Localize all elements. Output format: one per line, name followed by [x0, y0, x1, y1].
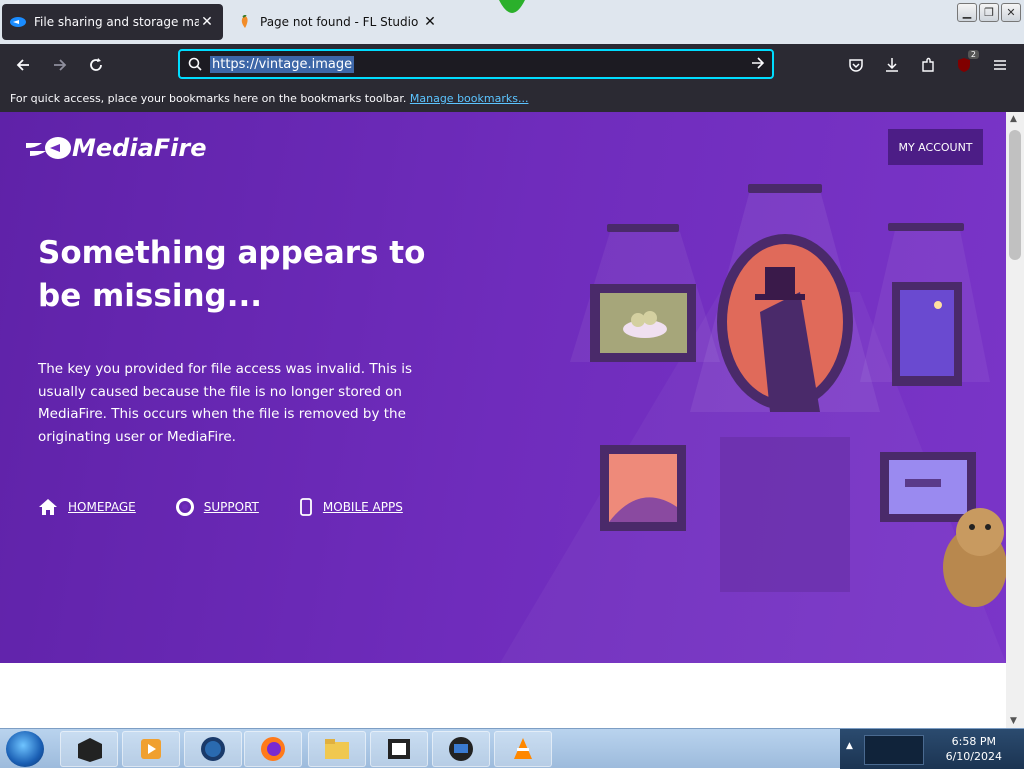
media-player-icon [141, 739, 161, 759]
mediafire-error-page: MediaFire MY ACCOUNT Something appears t… [0, 112, 1006, 663]
menu-button[interactable] [987, 52, 1013, 78]
extension-badge: 2 [967, 50, 979, 59]
homepage-link[interactable]: HOMEPAGE [38, 498, 136, 516]
support-link-label[interactable]: SUPPORT [204, 500, 259, 514]
mobile-apps-link-label[interactable]: MOBILE APPS [323, 500, 403, 514]
close-window-button[interactable]: ✕ [1001, 3, 1021, 22]
mediafire-favicon-icon [10, 14, 26, 30]
go-arrow-icon[interactable] [750, 55, 766, 75]
scroll-up-arrow-icon[interactable]: ▲ [1010, 114, 1017, 124]
taskbar-app-black-box[interactable] [60, 731, 118, 767]
restore-button[interactable]: ❐ [979, 3, 999, 22]
green-notch-icon [497, 0, 527, 16]
support-link[interactable]: SUPPORT [175, 498, 259, 516]
puzzle-icon [922, 57, 934, 72]
system-tray: ▲ 6:58 PM 6/10/2024 [840, 729, 1024, 769]
download-icon [886, 58, 898, 72]
page-scrollbar[interactable]: ▲ ▼ [1006, 112, 1024, 728]
lifebuoy-icon [175, 498, 194, 516]
scrollbar-thumb[interactable] [1009, 130, 1021, 260]
taskbar-app-film[interactable] [370, 731, 428, 767]
windows-taskbar: ▲ 6:58 PM 6/10/2024 [0, 728, 1024, 769]
page-title: Something appears to be missing... [38, 235, 426, 314]
logo-text: MediaFire [72, 134, 207, 162]
mobile-apps-link[interactable]: MOBILE APPS [299, 498, 403, 516]
clock-date: 6/10/2024 [945, 750, 1002, 763]
taskbar-app-media-player[interactable] [122, 731, 180, 767]
folder-icon [325, 739, 349, 759]
bookmarks-prompt: For quick access, place your bookmarks h… [10, 92, 407, 105]
hamburger-menu-icon [994, 60, 1006, 70]
globe-icon [201, 737, 225, 761]
forward-arrow-icon [54, 59, 67, 71]
taskbar-app-globe[interactable] [184, 731, 242, 767]
ublock-button[interactable]: 2 [951, 50, 979, 78]
downloads-button[interactable] [879, 52, 905, 78]
reload-button[interactable] [83, 52, 109, 78]
taskbar-app-monitor[interactable] [432, 731, 490, 767]
reload-icon [90, 58, 102, 71]
my-account-button[interactable]: MY ACCOUNT [888, 129, 983, 165]
back-arrow-icon [16, 59, 29, 71]
forward-button[interactable] [47, 52, 73, 78]
mediafire-flame-icon [26, 137, 71, 159]
window-controls: ▁ ❐ ✕ [957, 3, 1021, 22]
phone-icon [299, 498, 312, 516]
tab-title: Page not found - FL Studio [260, 15, 419, 29]
tab-fl-studio[interactable]: Page not found - FL Studio ✕ [228, 4, 446, 40]
minimize-button[interactable]: ▁ [957, 3, 977, 22]
page-footer-area [0, 663, 1006, 728]
back-button[interactable] [10, 52, 36, 78]
tray-app-preview[interactable] [864, 735, 924, 765]
taskbar-app-firefox[interactable] [244, 731, 302, 767]
clock-time: 6:58 PM [951, 735, 996, 748]
close-tab-icon[interactable]: ✕ [422, 14, 438, 30]
url-text[interactable]: https://vintage.image [210, 55, 355, 73]
address-bar[interactable]: https://vintage.image [178, 49, 774, 79]
fl-studio-favicon-icon [236, 14, 252, 30]
extensions-button[interactable] [915, 52, 941, 78]
home-icon [39, 499, 57, 515]
scroll-down-arrow-icon[interactable]: ▼ [1010, 716, 1017, 726]
start-button[interactable] [6, 731, 44, 767]
homepage-link-label[interactable]: HOMEPAGE [68, 500, 136, 514]
manage-bookmarks-link[interactable]: Manage bookmarks... [410, 92, 529, 105]
clock[interactable]: 6:58 PM 6/10/2024 [946, 734, 1002, 764]
search-icon [180, 57, 210, 71]
taskbar-app-explorer[interactable] [308, 731, 366, 767]
pocket-button[interactable] [843, 52, 869, 78]
error-description: The key you provided for file access was… [38, 361, 412, 445]
vlc-cone-icon [514, 738, 532, 759]
mediafire-logo[interactable]: MediaFire [26, 134, 207, 162]
firefox-icon [261, 737, 285, 761]
black-box-icon [78, 738, 102, 762]
film-strip-icon [388, 739, 410, 759]
tab-title: File sharing and storage made s [34, 15, 199, 29]
tab-mediafire[interactable]: File sharing and storage made s ✕ [2, 4, 223, 40]
error-links: HOMEPAGE SUPPORT MOBILE APPS [38, 498, 403, 516]
taskbar-app-vlc[interactable] [494, 731, 552, 767]
navigation-bar: https://vintage.image 2 [0, 44, 1024, 86]
monitor-icon [449, 737, 473, 761]
tab-bar: File sharing and storage made s ✕ Page n… [0, 0, 1024, 44]
tray-expand-icon[interactable]: ▲ [846, 741, 853, 751]
pocket-icon [849, 59, 863, 72]
close-tab-icon[interactable]: ✕ [199, 14, 215, 30]
bookmarks-toolbar: For quick access, place your bookmarks h… [0, 86, 1024, 112]
